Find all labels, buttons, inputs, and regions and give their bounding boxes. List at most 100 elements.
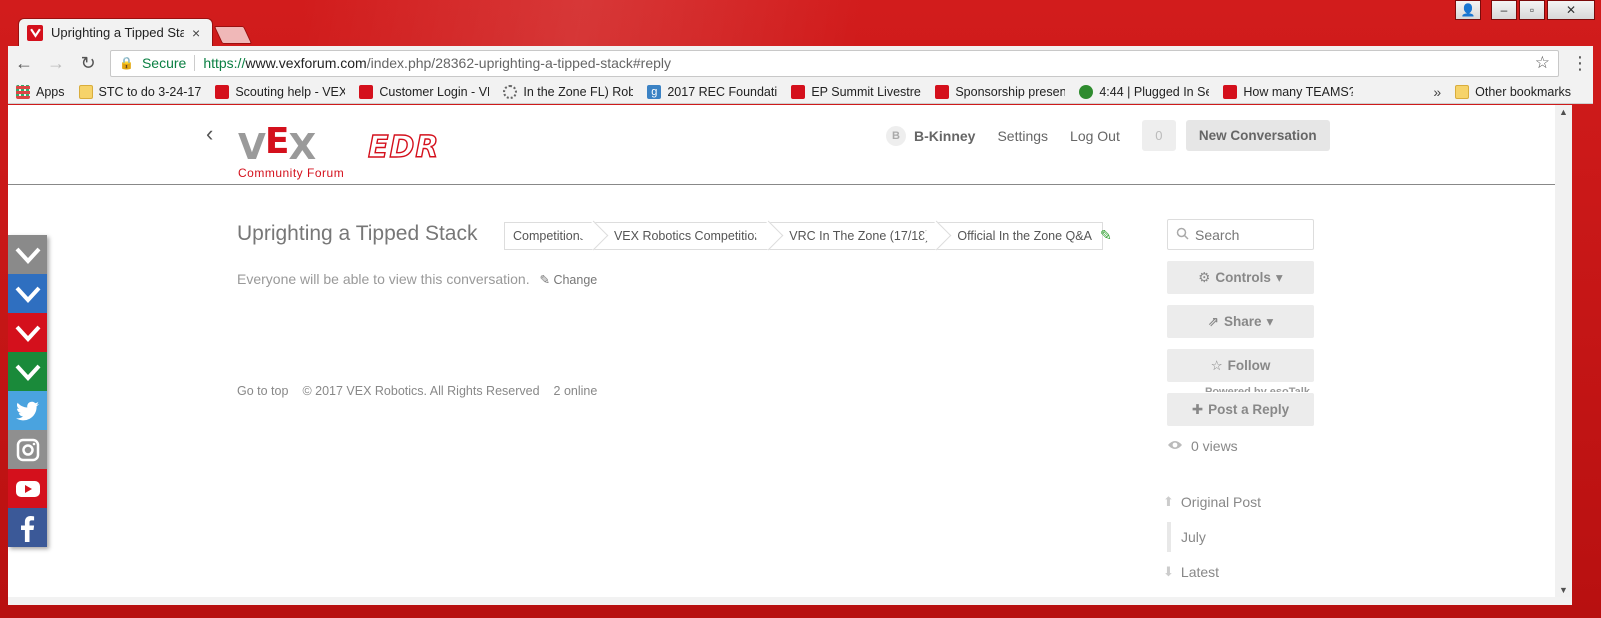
vex-edr-logo[interactable]: VEX EDR Community Forum bbox=[238, 124, 439, 181]
breadcrumb-item[interactable]: Official In the Zone Q&A bbox=[939, 223, 1102, 249]
page-title: Uprighting a Tipped Stack bbox=[237, 222, 478, 245]
vex-icon bbox=[359, 84, 374, 99]
back-chevron-icon[interactable]: ‹ bbox=[206, 121, 213, 147]
lock-icon: 🔒 bbox=[119, 56, 134, 70]
logo-letter: E bbox=[264, 121, 290, 162]
arrow-down-icon: ⬇ bbox=[1163, 564, 1174, 579]
timeline-scrubber: ⬆ Original Post July ⬇ Latest bbox=[1163, 489, 1261, 585]
maximize-button[interactable]: ▫ bbox=[1519, 0, 1545, 20]
breadcrumb-item[interactable]: VRC In The Zone (17/18) bbox=[771, 223, 939, 249]
latest-label: Latest bbox=[1180, 564, 1220, 580]
bookmark-item[interactable]: How many TEAMS?? bbox=[1223, 84, 1354, 99]
logout-link[interactable]: Log Out bbox=[1070, 128, 1120, 144]
latest-link[interactable]: ⬇ Latest bbox=[1163, 559, 1261, 585]
bookmark-label: Sponsorship presenta bbox=[955, 84, 1066, 99]
twitter-icon bbox=[15, 401, 39, 420]
youtube-button[interactable] bbox=[8, 469, 47, 508]
bookmark-label: Customer Login - VEX bbox=[379, 84, 489, 99]
address-separator bbox=[194, 55, 196, 71]
powered-by-text: Powered by esoTalk bbox=[1205, 386, 1310, 392]
search-placeholder: Search bbox=[1195, 226, 1240, 243]
social-share-bar bbox=[8, 235, 47, 547]
facebook-button[interactable] bbox=[8, 508, 47, 547]
gear-icon: ⚙ bbox=[1198, 269, 1211, 285]
controls-label: Controls bbox=[1215, 270, 1271, 285]
go-to-top-link[interactable]: Go to top bbox=[237, 384, 288, 398]
back-arrow-icon[interactable]: ← bbox=[14, 53, 34, 74]
search-input[interactable]: Search bbox=[1167, 219, 1314, 250]
other-bookmarks[interactable]: Other bookmarks bbox=[1455, 84, 1571, 99]
twitter-button[interactable] bbox=[8, 391, 47, 430]
avatar[interactable]: B bbox=[886, 125, 906, 146]
loading-icon bbox=[503, 84, 518, 99]
bookmark-label: STC to do 3-24-17 bbox=[98, 84, 202, 99]
vex-green-button[interactable] bbox=[8, 352, 47, 391]
close-window-button[interactable]: ✕ bbox=[1547, 0, 1595, 20]
change-visibility-link[interactable]: ✎ Change bbox=[539, 273, 597, 287]
folder-icon bbox=[78, 84, 93, 99]
reload-icon[interactable]: ↻ bbox=[78, 53, 98, 74]
notifications-badge[interactable]: 0 bbox=[1141, 120, 1176, 151]
vex-v-icon bbox=[15, 286, 40, 303]
facebook-icon bbox=[20, 515, 34, 542]
share-button[interactable]: ⇗ Share ▾ bbox=[1167, 305, 1314, 338]
vex-gray-button[interactable] bbox=[8, 235, 47, 274]
browser-tab-active[interactable]: Uprighting a Tipped Stac × bbox=[18, 18, 213, 46]
secure-label: Secure bbox=[141, 55, 187, 71]
minimize-button[interactable]: – bbox=[1491, 0, 1517, 20]
bookmark-star-icon[interactable]: ☆ bbox=[1535, 53, 1550, 73]
bookmark-item[interactable]: EP Summit Livestream bbox=[791, 84, 921, 99]
profile-button[interactable]: 👤 bbox=[1455, 0, 1481, 20]
bookmark-item[interactable]: g 2017 REC Foundation bbox=[647, 84, 777, 99]
follow-button[interactable]: ☆ Follow Powered by esoTalk bbox=[1167, 349, 1314, 392]
post-reply-button[interactable]: ✚ Post a Reply bbox=[1167, 393, 1314, 426]
breadcrumb-item[interactable]: VEX Robotics Competition bbox=[596, 223, 771, 249]
bookmark-item[interactable]: In the Zone FL) Robot bbox=[503, 84, 633, 99]
breadcrumb: Competitions VEX Robotics Competition VR… bbox=[504, 222, 1103, 250]
vertical-scrollbar[interactable]: ▲ ▼ bbox=[1555, 105, 1572, 597]
bookmark-folder[interactable]: STC to do 3-24-17 bbox=[78, 84, 202, 99]
bookmark-item[interactable]: Customer Login - VEX bbox=[359, 84, 489, 99]
scroll-up-arrow-icon[interactable]: ▲ bbox=[1559, 107, 1568, 117]
breadcrumb-item[interactable]: Competitions bbox=[505, 223, 596, 249]
more-bookmarks-chevron-icon[interactable]: » bbox=[1433, 84, 1441, 100]
bookmark-item[interactable]: Sponsorship presenta bbox=[935, 84, 1066, 99]
vex-blue-button[interactable] bbox=[8, 274, 47, 313]
scroll-down-arrow-icon[interactable]: ▼ bbox=[1559, 585, 1568, 595]
url-host: www.vexforum.com bbox=[245, 55, 367, 71]
arrow-up-icon: ⬆ bbox=[1163, 494, 1174, 509]
url-text: https://www.vexforum.com/index.php/28362… bbox=[203, 55, 671, 71]
original-post-link[interactable]: ⬆ Original Post bbox=[1163, 489, 1261, 515]
bookmark-apps[interactable]: Apps bbox=[16, 84, 65, 99]
bookmark-item[interactable]: Scouting help - VEX F bbox=[215, 84, 345, 99]
view-count: 0 views bbox=[1167, 438, 1314, 454]
instagram-button[interactable] bbox=[8, 430, 47, 469]
vex-v-icon bbox=[15, 325, 40, 342]
bookmark-item[interactable]: 4:44 | Plugged In Sea bbox=[1079, 84, 1209, 99]
logo-edr: EDR bbox=[367, 130, 440, 165]
username-link[interactable]: B-Kinney bbox=[914, 128, 975, 144]
vex-red-button[interactable] bbox=[8, 313, 47, 352]
scrubber-month[interactable]: July bbox=[1167, 522, 1261, 552]
tab-close-icon[interactable]: × bbox=[192, 25, 204, 41]
vex-icon bbox=[215, 84, 230, 99]
controls-button[interactable]: ⚙ Controls ▾ bbox=[1167, 261, 1314, 294]
apps-icon bbox=[16, 84, 30, 99]
vex-v-icon bbox=[15, 247, 40, 264]
share-label: Share bbox=[1224, 314, 1262, 329]
edit-pencil-icon[interactable]: ✎ bbox=[1100, 227, 1112, 244]
settings-link[interactable]: Settings bbox=[997, 128, 1048, 144]
bookmark-label: How many TEAMS?? bbox=[1243, 84, 1354, 99]
new-conversation-button[interactable]: New Conversation bbox=[1185, 120, 1330, 151]
bookmark-label: EP Summit Livestream bbox=[811, 84, 921, 99]
address-bar[interactable]: 🔒 Secure https://www.vexforum.com/index.… bbox=[110, 49, 1559, 77]
online-count[interactable]: 2 online bbox=[554, 384, 598, 398]
vex-v-icon bbox=[15, 364, 40, 381]
conversation-sidebar: Search ⚙ Controls ▾ ⇗ Share ▾ ☆ Follow P… bbox=[1167, 219, 1314, 454]
browser-toolbar: ← → ↻ 🔒 Secure https://www.vexforum.com/… bbox=[8, 46, 1593, 80]
browser-menu-icon[interactable]: ⋮ bbox=[1571, 53, 1589, 74]
forward-arrow-icon[interactable]: → bbox=[46, 53, 66, 74]
instagram-icon bbox=[16, 438, 39, 461]
views-text: 0 views bbox=[1191, 438, 1238, 454]
caret-down-icon: ▾ bbox=[1266, 313, 1274, 329]
